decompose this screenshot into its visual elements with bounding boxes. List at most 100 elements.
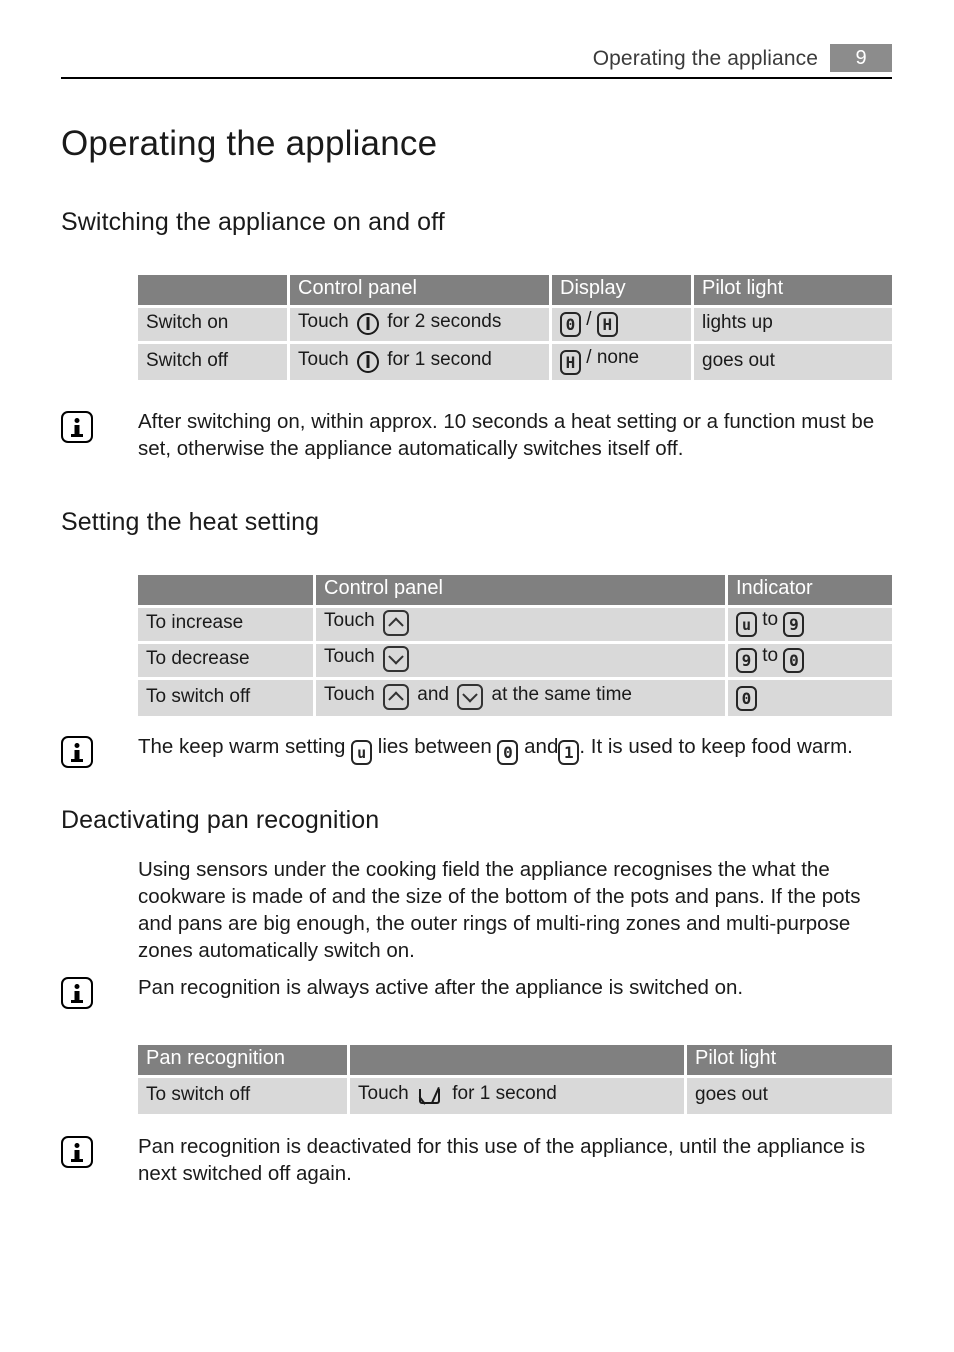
table-row: To decrease Touch 9 to 0 [138,644,892,680]
cell-control-panel: Touch for 1 second [350,1078,687,1114]
note-auto-switch-off: After switching on, within approx. 10 se… [61,408,892,462]
table-header-pilot-light: Pilot light [687,1045,892,1078]
table-heat-setting: Control panel Indicator To increase Touc… [138,575,892,716]
pan-recognition-icon [417,1085,444,1107]
table-header-row: Control panel Display Pilot light [138,275,892,308]
cell-indicator: 9 to 0 [728,644,892,680]
touch-label: Touch [298,348,349,370]
chevron-up-icon [382,610,409,636]
section-heading-heat-setting: Setting the heat setting [61,508,320,536]
chevron-down-icon [457,683,484,710]
cell-pilot-light: lights up [694,308,892,344]
table-row: To switch off Touch and at the same time… [138,680,892,716]
display-none-label: none [596,346,640,368]
indicator-range-word: to [762,645,779,666]
display-indicator-h: H [596,312,618,337]
table-header-row: Control panel Indicator [138,575,892,608]
table-header-control-panel: Control panel [290,275,552,308]
cell-pilot-light: goes out [694,344,892,380]
cell-pilot-light: goes out [687,1078,892,1114]
note-text: Pan recognition is always active after t… [138,976,744,999]
cell-display: 0 / H [552,308,694,344]
info-icon [61,736,93,768]
note-part-1: The keep warm setting [138,735,346,758]
keep-warm-symbol: u [351,740,373,765]
page-number-badge: 9 [830,44,892,72]
cell-control-panel: Touch and at the same time [316,680,728,716]
table-header-display: Display [552,275,694,308]
cell-display: H / none [552,344,694,380]
document-page: Operating the appliance 9 Operating the … [0,0,954,1352]
chevron-down-icon [382,646,409,672]
indicator-range-word: to [762,609,779,630]
note-part-2: lies between [377,735,492,758]
table-pan-recognition: Pan recognition Pilot light To switch of… [138,1045,892,1114]
table-row: Switch on Touch for 2 seconds 0 / H ligh… [138,308,892,344]
table-header-blank [138,575,316,608]
section-heading-pan-recognition: Deactivating pan recognition [61,806,380,834]
duration-label: for 1 second [387,348,492,370]
touch-label: Touch [298,311,349,332]
indicator-from: u [736,612,757,637]
paragraph-pan-recognition: Using sensors under the cooking field th… [138,858,861,962]
table-header-pilot-light: Pilot light [694,275,892,308]
cell-action: To switch off [138,1078,350,1114]
note-keep-warm: The keep warm setting u lies between 0 a… [61,733,892,768]
power-icon [356,313,379,335]
duration-label: for 2 seconds [387,311,502,332]
header-rule [61,77,892,79]
note-part-3: and [524,735,559,758]
touch-label: Touch [324,683,375,705]
display-separator: / [586,346,592,368]
cell-action: To decrease [138,644,316,680]
cell-control-panel: Touch [316,644,728,680]
touch-label: Touch [358,1082,409,1104]
level-zero-symbol: 0 [497,740,519,765]
indicator-to: 9 [783,612,805,637]
table-header-blank [138,275,290,308]
timing-label: at the same time [491,683,632,705]
indicator-from: 0 [736,685,757,711]
note-text: Pan recognition is deactivated for this … [138,1135,866,1185]
duration-label: for 1 second [452,1082,557,1104]
page-title: Operating the appliance [61,124,438,163]
cell-control-panel: Touch [316,608,728,644]
info-icon [61,977,93,1009]
cell-action: To switch off [138,680,316,716]
section-heading-switching: Switching the appliance on and off [61,208,445,236]
power-icon [356,350,379,373]
indicator-from: 9 [736,648,757,673]
table-header-control-panel: Control panel [316,575,728,608]
conjunction-label: and [417,683,449,705]
cell-action: To increase [138,608,316,644]
cell-action: Switch off [138,344,290,380]
table-row: To switch off Touch for 1 second goes ou… [138,1078,892,1114]
table-row: To increase Touch u to 9 [138,608,892,644]
level-one-symbol: 1 [558,740,580,765]
table-header-indicator: Indicator [728,575,892,608]
cell-action: Switch on [138,308,290,344]
table-header-pan-recognition: Pan recognition [138,1045,350,1078]
display-separator: / [586,309,592,330]
display-indicator-0: 0 [560,312,581,337]
indicator-to: 0 [783,648,805,673]
info-icon [61,411,93,443]
table-row: Switch off Touch for 1 second H / none g… [138,344,892,380]
note-text: The keep warm setting u lies between 0 a… [138,733,853,765]
chevron-up-icon [382,683,409,710]
note-pan-deactivated: Pan recognition is deactivated for this … [61,1133,892,1187]
touch-label: Touch [324,646,375,667]
touch-label: Touch [324,610,375,631]
running-header-title: Operating the appliance [592,47,818,70]
running-header: Operating the appliance 9 [61,44,892,80]
table-header-row: Pan recognition Pilot light [138,1045,892,1078]
note-part-4: . It is used to keep food warm. [579,735,853,758]
display-indicator-h: H [560,349,581,375]
cell-indicator: 0 [728,680,892,716]
table-switching-on-off: Control panel Display Pilot light Switch… [138,275,892,380]
cell-control-panel: Touch for 2 seconds [290,308,552,344]
note-pan-always-active: Pan recognition is always active after t… [61,974,892,1009]
cell-indicator: u to 9 [728,608,892,644]
note-text: After switching on, within approx. 10 se… [138,410,875,460]
cell-control-panel: Touch for 1 second [290,344,552,380]
